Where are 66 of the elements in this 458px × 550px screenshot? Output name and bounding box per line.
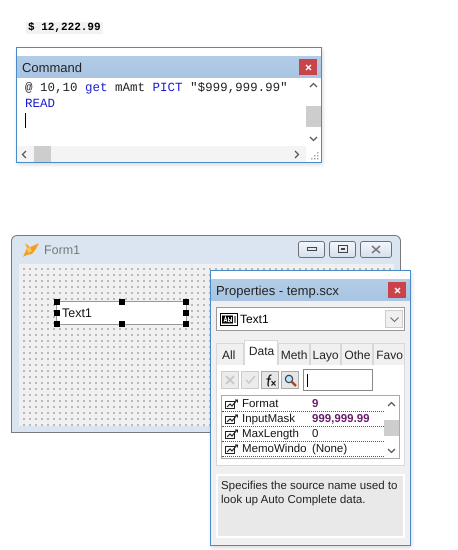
property-value[interactable]: 0 — [312, 428, 318, 440]
close-button[interactable] — [388, 282, 406, 298]
property-name[interactable]: InputMask — [242, 413, 312, 425]
property-name[interactable]: MemoWindo — [242, 443, 312, 455]
tab[interactable]: Othe — [341, 343, 374, 365]
tab[interactable]: Layo — [310, 343, 342, 365]
property-value[interactable]: 9 — [312, 398, 318, 410]
resize-handle[interactable] — [118, 321, 124, 327]
property-value[interactable]: (None) — [312, 443, 348, 455]
close-button[interactable] — [299, 59, 317, 75]
description-text: Specifies the source name used to look up Auto Complete data. — [216, 474, 405, 538]
close-button[interactable] — [360, 240, 392, 258]
close-icon — [394, 286, 400, 294]
window-title: Command — [22, 60, 83, 74]
window-title: Form1 — [44, 243, 82, 257]
code-editor[interactable]: @ 10,10 get mAmt PICT "$999,999.99" READ — [17, 78, 306, 146]
tab[interactable]: Favo — [373, 343, 406, 365]
horizontal-scrollbar[interactable] — [17, 146, 306, 162]
window-title: Properties - temp.scx — [216, 282, 340, 298]
close-icon — [371, 244, 381, 254]
scroll-down-icon[interactable] — [387, 448, 396, 454]
code-keyword: READ — [25, 97, 56, 111]
object-dropdown[interactable]: Text1 — [216, 307, 405, 331]
text-cursor — [25, 113, 26, 128]
tab[interactable]: All — [216, 343, 244, 365]
code-keyword: PICT — [152, 81, 183, 95]
minimize-button[interactable] — [298, 240, 325, 258]
property-icon — [225, 444, 239, 454]
scroll-left-icon[interactable] — [21, 150, 27, 158]
scroll-thumb[interactable] — [384, 420, 399, 436]
property-icon — [225, 429, 239, 439]
property-list[interactable]: Format 9 InputMask 999,999.99 MaxLength 0 MemoWindo (None) — [221, 395, 400, 459]
code-text: mAmt — [114, 81, 146, 95]
property-name[interactable]: MaxLength — [242, 428, 312, 440]
maximize-button[interactable] — [329, 240, 356, 258]
property-icon — [225, 414, 239, 424]
scroll-right-icon[interactable] — [294, 150, 300, 158]
property-value[interactable]: 999,999.99 — [312, 413, 370, 425]
x-icon — [225, 375, 235, 385]
code-text: "$999,999.99" — [189, 81, 288, 95]
tab[interactable]: Meth — [278, 343, 310, 365]
resize-handle[interactable] — [118, 299, 124, 305]
textbox-control[interactable]: Text1 — [56, 301, 187, 325]
scroll-down-icon[interactable] — [309, 136, 318, 142]
value-field[interactable] — [303, 369, 373, 391]
size-grip-icon[interactable] — [311, 152, 319, 160]
tab[interactable]: Data — [244, 340, 278, 365]
scroll-thumb[interactable] — [34, 146, 51, 162]
property-name[interactable]: Format — [242, 398, 312, 410]
textbox-label: Text1 — [62, 306, 92, 320]
search-icon — [284, 374, 296, 386]
code-text: @ 10,10 — [25, 81, 79, 95]
fox-icon — [22, 242, 40, 258]
function-button[interactable] — [261, 371, 279, 389]
minimize-icon — [306, 247, 316, 251]
output-text: $ 12,222.99 — [26, 22, 103, 34]
scroll-thumb[interactable] — [306, 106, 321, 127]
code-keyword: get — [85, 81, 108, 95]
close-icon — [304, 64, 312, 70]
property-icon — [225, 399, 239, 409]
textbox-icon — [220, 312, 238, 326]
zoom-button[interactable] — [281, 371, 299, 389]
maximize-icon — [338, 245, 348, 253]
scroll-up-icon[interactable] — [387, 401, 396, 407]
scroll-up-icon[interactable] — [309, 82, 318, 88]
check-icon — [244, 375, 256, 385]
